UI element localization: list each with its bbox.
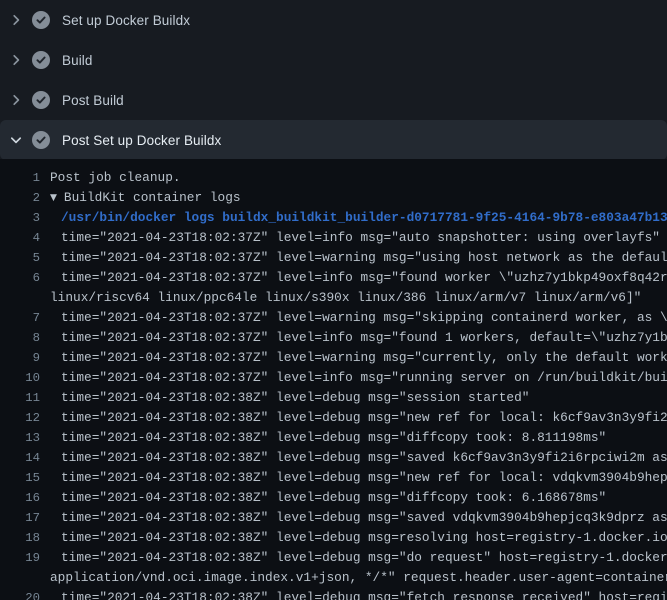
- check-circle-icon: [32, 91, 50, 109]
- log-line-text: time="2021-04-23T18:02:38Z" level=debug …: [50, 448, 667, 468]
- log-line: 14 time="2021-04-23T18:02:38Z" level=deb…: [0, 448, 667, 468]
- log-line: application/vnd.oci.image.index.v1+json,…: [0, 568, 667, 588]
- log-line-text: time="2021-04-23T18:02:37Z" level=info m…: [50, 328, 667, 348]
- log-line-number[interactable]: 13: [0, 428, 40, 448]
- log-line-number[interactable]: 16: [0, 488, 40, 508]
- log-line-number[interactable]: 7: [0, 308, 40, 328]
- log-line-text: time="2021-04-23T18:02:38Z" level=debug …: [50, 548, 667, 568]
- log-line-text: ▼BuildKit container logs: [50, 188, 241, 208]
- log-line-number[interactable]: 9: [0, 348, 40, 368]
- log-line-number[interactable]: 12: [0, 408, 40, 428]
- log-line-number[interactable]: 14: [0, 448, 40, 468]
- check-circle-icon: [32, 11, 50, 29]
- check-circle-icon: [32, 131, 50, 149]
- log-group-header[interactable]: 2 ▼BuildKit container logs: [0, 188, 667, 208]
- log-line: 7 time="2021-04-23T18:02:37Z" level=warn…: [0, 308, 667, 328]
- log-line-number[interactable]: 2: [0, 188, 40, 208]
- log-line-number[interactable]: 6: [0, 268, 40, 288]
- chevron-right-icon[interactable]: [8, 12, 24, 28]
- log-line-text: time="2021-04-23T18:02:37Z" level=info m…: [50, 368, 667, 388]
- step-row-0[interactable]: Set up Docker Buildx: [0, 0, 667, 40]
- log-line: 20 time="2021-04-23T18:02:38Z" level=deb…: [0, 588, 667, 600]
- log-line-number[interactable]: 3: [0, 208, 40, 228]
- log-line-number[interactable]: 8: [0, 328, 40, 348]
- log-line-number[interactable]: 11: [0, 388, 40, 408]
- step-label: Post Set up Docker Buildx: [62, 133, 221, 148]
- log-line-text: time="2021-04-23T18:02:38Z" level=debug …: [50, 408, 667, 428]
- check-circle-icon: [32, 51, 50, 69]
- chevron-down-icon[interactable]: [8, 132, 24, 148]
- log-line-text: time="2021-04-23T18:02:37Z" level=warnin…: [50, 308, 667, 328]
- log-line-number[interactable]: 15: [0, 468, 40, 488]
- group-collapse-triangle-icon[interactable]: ▼: [50, 188, 57, 208]
- log-line: 19 time="2021-04-23T18:02:38Z" level=deb…: [0, 548, 667, 568]
- log-line-text: time="2021-04-23T18:02:37Z" level=info m…: [50, 268, 667, 288]
- log-line-number[interactable]: 10: [0, 368, 40, 388]
- log-line-text: time="2021-04-23T18:02:37Z" level=warnin…: [50, 348, 667, 368]
- log-line-text: time="2021-04-23T18:02:38Z" level=debug …: [50, 528, 667, 548]
- log-line-text: time="2021-04-23T18:02:38Z" level=debug …: [50, 428, 606, 448]
- log-line-number[interactable]: 18: [0, 528, 40, 548]
- log-line: 4 time="2021-04-23T18:02:37Z" level=info…: [0, 228, 667, 248]
- actions-log-viewer: Set up Docker Buildx Build Post Buil: [0, 0, 667, 600]
- log-line-number[interactable]: 1: [0, 168, 40, 188]
- log-line-number[interactable]: 17: [0, 508, 40, 528]
- log-line: 10 time="2021-04-23T18:02:37Z" level=inf…: [0, 368, 667, 388]
- log-line-text: time="2021-04-23T18:02:38Z" level=debug …: [50, 468, 667, 488]
- log-line-text: time="2021-04-23T18:02:37Z" level=warnin…: [50, 248, 667, 268]
- log-line-text: time="2021-04-23T18:02:38Z" level=debug …: [50, 488, 606, 508]
- log-line-text: time="2021-04-23T18:02:37Z" level=info m…: [50, 228, 660, 248]
- log-line: 13 time="2021-04-23T18:02:38Z" level=deb…: [0, 428, 667, 448]
- log-line-number[interactable]: 4: [0, 228, 40, 248]
- chevron-right-icon[interactable]: [8, 52, 24, 68]
- log-line: 17 time="2021-04-23T18:02:38Z" level=deb…: [0, 508, 667, 528]
- log-panel: 1 Post job cleanup. 2 ▼BuildKit containe…: [0, 159, 667, 600]
- log-line: 1 Post job cleanup.: [0, 168, 667, 188]
- step-label: Post Build: [62, 93, 124, 108]
- log-line-number[interactable]: 20: [0, 588, 40, 600]
- log-line: linux/riscv64 linux/ppc64le linux/s390x …: [0, 288, 667, 308]
- log-line: 3 /usr/bin/docker logs buildx_buildkit_b…: [0, 208, 667, 228]
- log-line-text: time="2021-04-23T18:02:38Z" level=debug …: [50, 388, 529, 408]
- log-line-text: Post job cleanup.: [50, 168, 181, 188]
- log-line-text: linux/riscv64 linux/ppc64le linux/s390x …: [50, 288, 641, 308]
- log-line-text: application/vnd.oci.image.index.v1+json,…: [50, 568, 667, 588]
- log-line-text: /usr/bin/docker logs buildx_buildkit_bui…: [50, 208, 667, 228]
- log-line: 11 time="2021-04-23T18:02:38Z" level=deb…: [0, 388, 667, 408]
- step-label: Set up Docker Buildx: [62, 13, 190, 28]
- step-row-2[interactable]: Post Build: [0, 80, 667, 120]
- step-row-1[interactable]: Build: [0, 40, 667, 80]
- log-line: 6 time="2021-04-23T18:02:37Z" level=info…: [0, 268, 667, 288]
- log-line: 5 time="2021-04-23T18:02:37Z" level=warn…: [0, 248, 667, 268]
- log-line-number[interactable]: 19: [0, 548, 40, 568]
- log-line: 16 time="2021-04-23T18:02:38Z" level=deb…: [0, 488, 667, 508]
- chevron-right-icon[interactable]: [8, 92, 24, 108]
- log-line-number[interactable]: 5: [0, 248, 40, 268]
- log-line-text: time="2021-04-23T18:02:38Z" level=debug …: [50, 588, 667, 600]
- log-line: 18 time="2021-04-23T18:02:38Z" level=deb…: [0, 528, 667, 548]
- log-line: 12 time="2021-04-23T18:02:38Z" level=deb…: [0, 408, 667, 428]
- log-line: 9 time="2021-04-23T18:02:37Z" level=warn…: [0, 348, 667, 368]
- log-line: 8 time="2021-04-23T18:02:37Z" level=info…: [0, 328, 667, 348]
- step-label: Build: [62, 53, 93, 68]
- log-line: 15 time="2021-04-23T18:02:38Z" level=deb…: [0, 468, 667, 488]
- step-row-3[interactable]: Post Set up Docker Buildx: [0, 120, 667, 160]
- log-line-text: time="2021-04-23T18:02:38Z" level=debug …: [50, 508, 667, 528]
- steps-list: Set up Docker Buildx Build Post Buil: [0, 0, 667, 160]
